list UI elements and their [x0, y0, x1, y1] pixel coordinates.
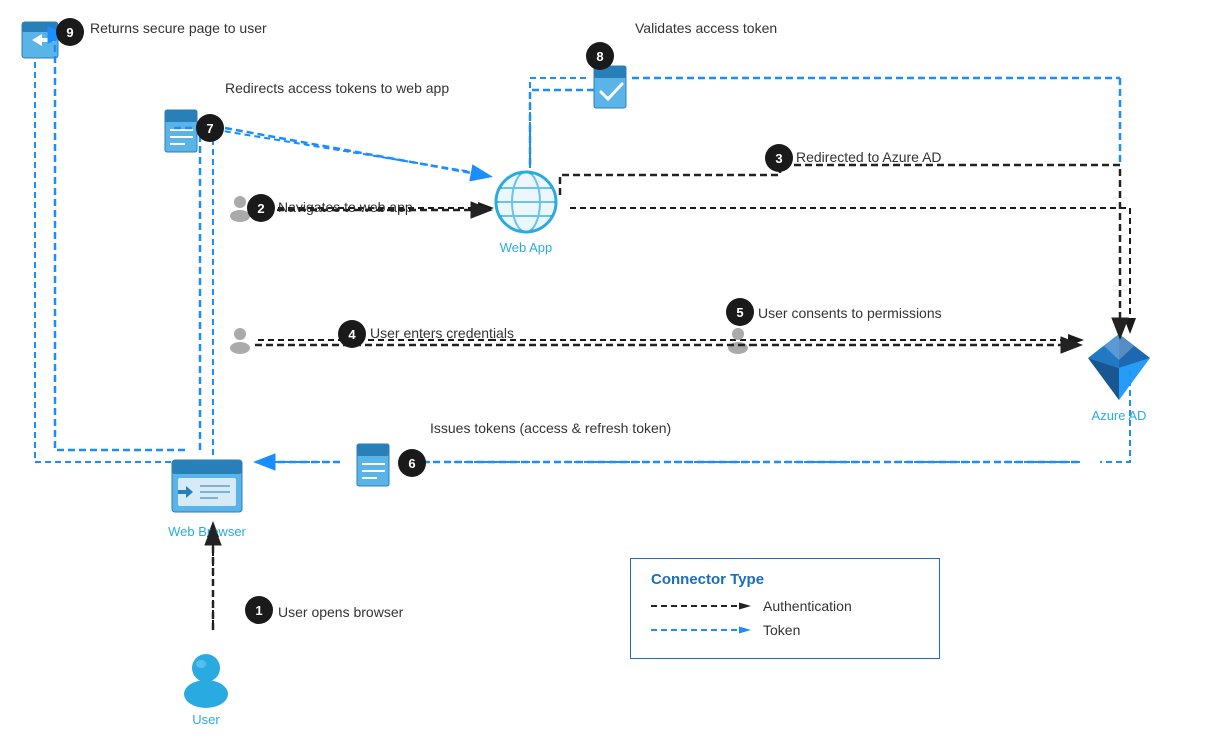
- user-icon-container: User: [178, 648, 234, 727]
- token-line-icon: [651, 623, 751, 637]
- person5-icon: [726, 326, 750, 359]
- step-label-9: Returns secure page to user: [90, 20, 267, 36]
- azuread-icon-container: Azure AD: [1082, 330, 1156, 423]
- webapp-label: Web App: [500, 240, 553, 255]
- legend-box: Connector Type Authentication Token: [630, 558, 940, 659]
- step-badge-7: 7: [196, 114, 224, 142]
- user-silhouette-4: [228, 326, 252, 354]
- step-badge-5: 5: [726, 298, 754, 326]
- step-badge-1: 1: [245, 596, 273, 624]
- browser-icon: [168, 452, 246, 520]
- return-arrow-icon: [20, 20, 60, 60]
- azuread-label: Azure AD: [1092, 408, 1147, 423]
- step-badge-3: 3: [765, 144, 793, 172]
- step-label-5: User consents to permissions: [758, 305, 942, 321]
- legend-item-auth: Authentication: [651, 598, 919, 614]
- browser-icon-container: Web Browser: [168, 452, 246, 539]
- user-label: User: [192, 712, 219, 727]
- user-silhouette-5: [726, 326, 750, 354]
- step-label-8: Validates access token: [635, 20, 777, 36]
- person4-icon: [228, 326, 252, 359]
- step-label-7: Redirects access tokens to web app: [225, 80, 449, 96]
- step-label-4: User enters credentials: [370, 325, 514, 341]
- browser-label: Web Browser: [168, 524, 246, 539]
- webapp-icon: [490, 168, 562, 236]
- doc8-container: [592, 64, 632, 115]
- step9-icon-container: [20, 20, 60, 65]
- step-label-6: Issues tokens (access & refresh token): [430, 420, 671, 436]
- step-badge-6: 6: [398, 449, 426, 477]
- step-badge-8: 8: [586, 42, 614, 70]
- user-icon: [178, 648, 234, 708]
- doc6-icon: [355, 442, 395, 488]
- doc6-container: [355, 442, 395, 493]
- legend-item-token: Token: [651, 622, 919, 638]
- legend-token-label: Token: [763, 622, 800, 638]
- step-badge-9: 9: [56, 18, 84, 46]
- diagram-container: User Web Browser: [0, 0, 1224, 738]
- doc8-icon: [592, 64, 632, 110]
- legend-auth-label: Authentication: [763, 598, 852, 614]
- step-label-2: Navigates to web app: [278, 199, 413, 215]
- step-label-3: Redirected to Azure AD: [796, 149, 942, 165]
- auth-line-icon: [651, 599, 751, 613]
- step-label-1: User opens browser: [278, 604, 403, 620]
- azuread-icon: [1082, 330, 1156, 404]
- webapp-icon-container: Web App: [490, 168, 562, 255]
- step-badge-4: 4: [338, 320, 366, 348]
- step-badge-2: 2: [247, 194, 275, 222]
- legend-title: Connector Type: [651, 571, 919, 588]
